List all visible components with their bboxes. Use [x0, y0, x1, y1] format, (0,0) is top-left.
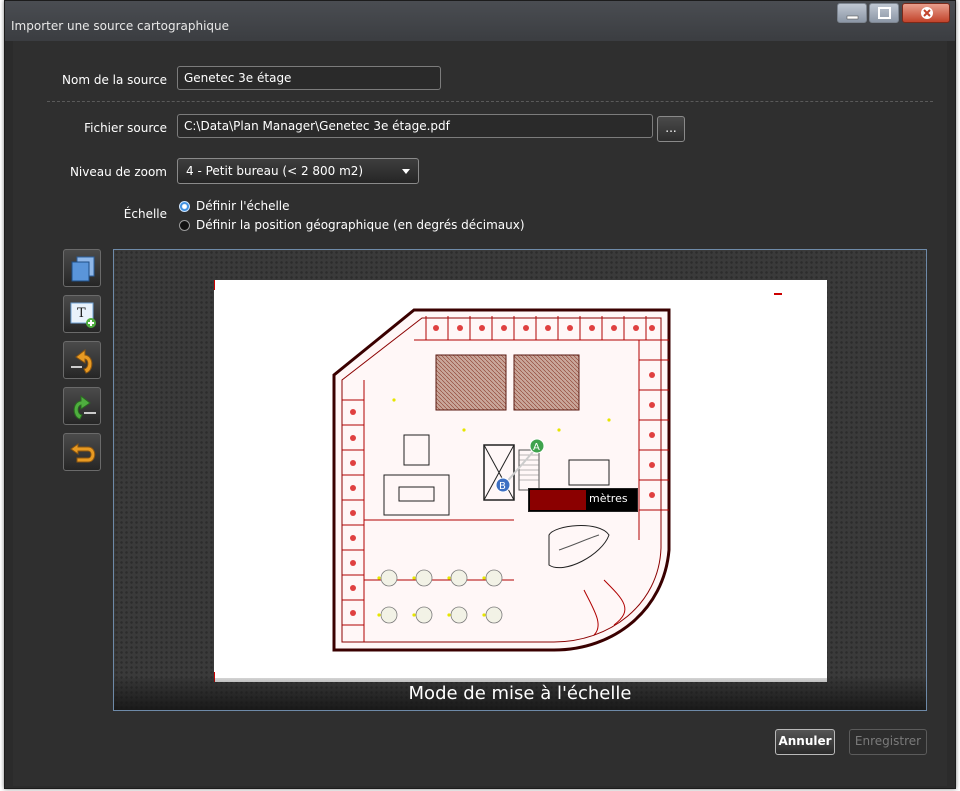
window-title: Importer une source cartographique	[11, 19, 230, 33]
title-bar[interactable]: Importer une source cartographique	[5, 1, 955, 41]
radio-unselected-icon[interactable]	[179, 219, 190, 231]
zoom-level-value: 4 - Petit bureau (< 2 800 m2)	[186, 164, 364, 178]
source-name-input[interactable]: Genetec 3e étage	[177, 66, 441, 90]
minimize-icon	[846, 15, 859, 20]
zoom-level-label: Niveau de zoom	[69, 165, 167, 179]
minimize-button[interactable]	[837, 3, 867, 23]
scale-label: Échelle	[123, 207, 167, 221]
rotate-left-button[interactable]	[63, 341, 101, 379]
undo-icon	[70, 443, 96, 463]
maximize-button[interactable]	[869, 3, 899, 23]
zoom-level-select[interactable]: 4 - Petit bureau (< 2 800 m2)	[177, 158, 419, 184]
radio-selected-icon[interactable]	[179, 200, 190, 212]
scale-option-label: Définir l'échelle	[196, 199, 290, 213]
copy-pages-icon	[71, 256, 95, 282]
rotate-right-button[interactable]	[63, 387, 101, 425]
svg-text:A: A	[533, 442, 540, 453]
close-button[interactable]	[902, 3, 950, 23]
source-name-label: Nom de la source	[62, 73, 167, 87]
undo-button[interactable]	[63, 433, 101, 471]
svg-text:T: T	[77, 306, 86, 321]
source-file-label: Fichier source	[84, 121, 167, 135]
insert-text-button[interactable]: T	[63, 295, 101, 333]
close-icon	[921, 7, 933, 19]
marker-a-icon[interactable]: A	[529, 438, 545, 454]
section-divider	[47, 101, 933, 102]
scale-unit-label: mètres	[589, 492, 628, 505]
map-preview-area[interactable]: A B mètres Mode de mise à l'échelle	[113, 249, 927, 711]
rotate-left-icon	[71, 348, 93, 374]
floor-plan-page[interactable]: A B mètres	[213, 280, 827, 682]
save-button[interactable]: Enregistrer	[849, 729, 927, 755]
scale-distance-input[interactable]: mètres	[528, 488, 638, 512]
source-file-input[interactable]: C:\Data\Plan Manager\Genetec 3e étage.pd…	[177, 114, 653, 138]
chevron-down-icon	[402, 169, 410, 174]
scale-option-geo-position[interactable]: Définir la position géographique (en deg…	[179, 217, 525, 233]
svg-text:B: B	[499, 481, 506, 492]
browse-button[interactable]: ...	[657, 116, 685, 142]
dialog-content: Nom de la source Genetec 3e étage Fichie…	[13, 41, 947, 786]
scale-option-define-scale[interactable]: Définir l'échelle	[179, 198, 290, 214]
rotate-right-icon	[73, 394, 96, 420]
scale-option-label: Définir la position géographique (en deg…	[196, 218, 525, 232]
marker-b-icon[interactable]: B	[495, 477, 511, 493]
floor-plan-image	[213, 280, 782, 682]
import-map-dialog: Importer une source cartographique Nom d…	[4, 0, 956, 789]
copy-pages-button[interactable]	[63, 249, 101, 287]
scaling-mode-banner: Mode de mise à l'échelle	[114, 678, 926, 710]
maximize-icon	[878, 7, 891, 19]
cancel-button[interactable]: Annuler	[775, 729, 835, 755]
insert-text-icon: T	[70, 302, 96, 328]
scale-value-field[interactable]	[530, 490, 586, 510]
